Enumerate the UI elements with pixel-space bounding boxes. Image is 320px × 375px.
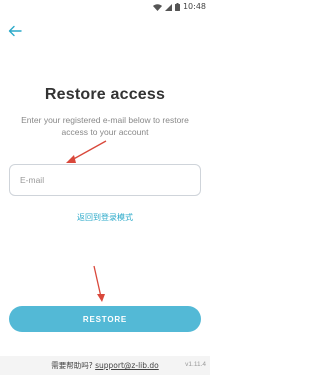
annotation-arrow-email — [66, 140, 107, 163]
email-field[interactable] — [10, 165, 200, 195]
status-bar: 10:48 — [0, 0, 210, 13]
annotation-arrow-restore — [93, 265, 105, 302]
signal-icon — [164, 0, 172, 16]
page-title: Restore access — [44, 86, 166, 103]
help-text: 需要帮助吗? support@z-lib.do — [0, 360, 210, 371]
help-prefix: 需要帮助吗? — [51, 361, 93, 370]
back-button[interactable] — [8, 24, 22, 37]
back-arrow-icon — [8, 25, 22, 37]
battery-icon — [174, 0, 180, 16]
app-version: v1.11.4 — [185, 361, 206, 368]
support-email-link[interactable]: support@z-lib.do — [95, 361, 159, 370]
wifi-icon — [152, 0, 162, 16]
page-subtitle: Enter your registered e-mail below to re… — [21, 115, 189, 137]
footer: 需要帮助吗? support@z-lib.do v1.11.4 — [0, 356, 210, 375]
restore-button[interactable]: RESTORE — [9, 306, 201, 332]
back-to-login-link[interactable]: 返回到登录模式 — [0, 212, 210, 223]
email-field-container — [9, 164, 201, 196]
status-time: 10:48 — [182, 2, 206, 11]
